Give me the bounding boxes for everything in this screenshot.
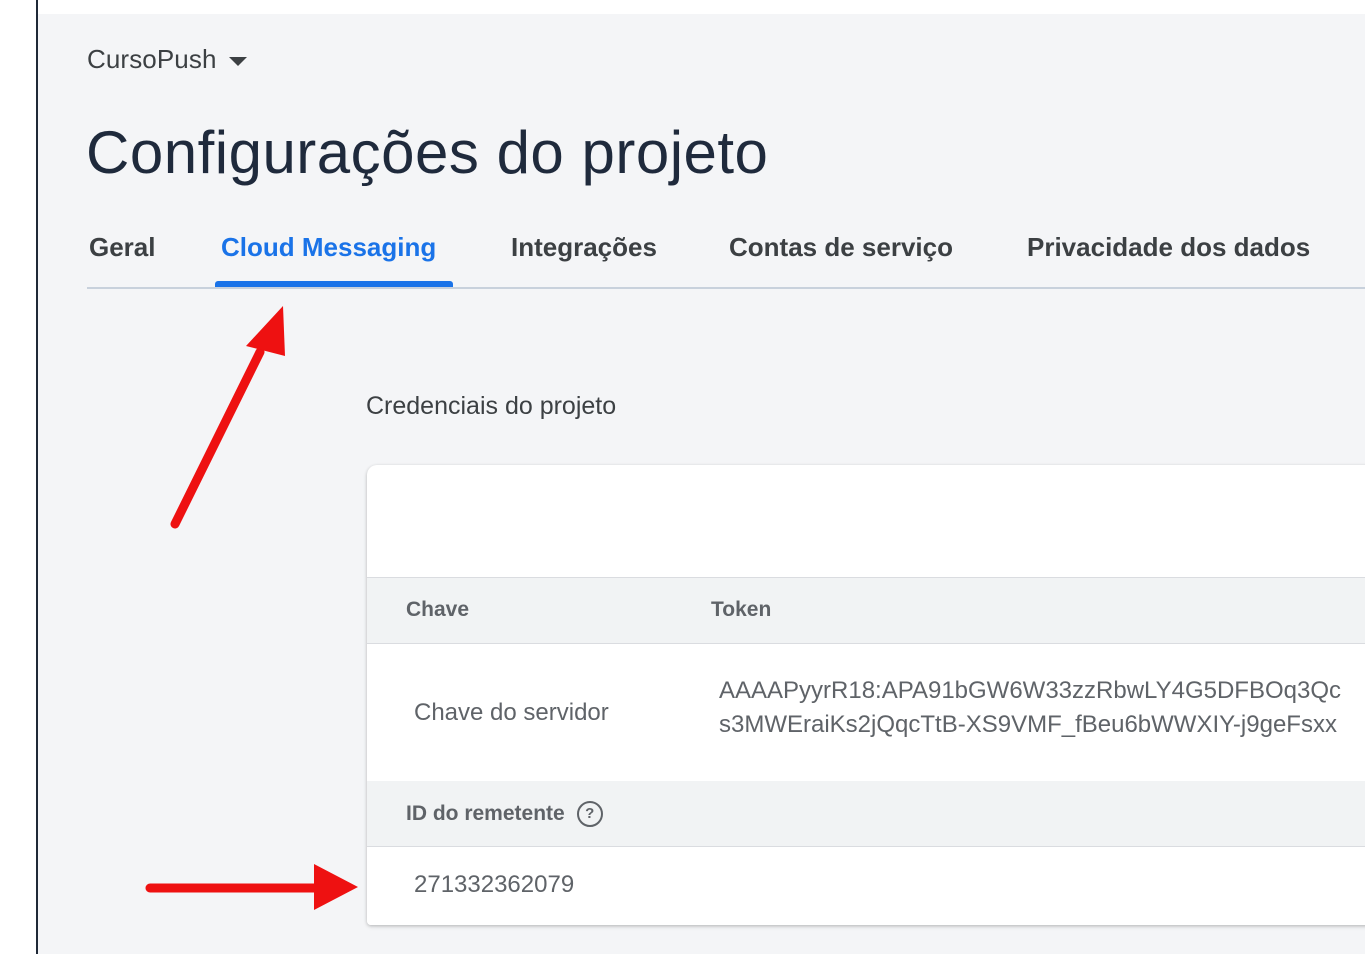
card-header — [367, 465, 1365, 578]
server-key-label: Chave do servidor — [414, 699, 609, 726]
column-header-token: Token — [711, 598, 772, 621]
active-tab-indicator — [215, 281, 453, 287]
tab-geral[interactable]: Geral — [89, 232, 156, 263]
column-header-key: Chave — [406, 598, 470, 621]
settings-tabs: Geral Cloud Messaging Integrações Contas… — [87, 226, 1365, 289]
tab-integracoes[interactable]: Integrações — [511, 232, 657, 263]
caret-down-icon[interactable] — [228, 56, 247, 66]
table-header: Chave Token — [367, 578, 1365, 644]
arrow-to-sender-id — [145, 864, 358, 910]
table-row: Chave do servidor AAAAPyyrR18:APA91bGW6W… — [367, 644, 1365, 781]
page-title: Configurações do projeto — [86, 119, 769, 186]
project-settings-page: CursoPush Configurações do projeto Geral… — [38, 14, 1365, 954]
sender-id-label-group: ID do remetente ? — [406, 801, 603, 827]
sender-id-row: 271332362079 — [367, 847, 1365, 925]
project-switcher[interactable]: CursoPush — [87, 44, 247, 75]
help-circle-icon[interactable]: ? — [576, 801, 603, 827]
project-name: CursoPush — [87, 44, 217, 74]
arrow-shaft — [170, 347, 265, 529]
tab-cloud-messaging[interactable]: Cloud Messaging — [221, 232, 436, 263]
credentials-card: Chave Token Chave do servidor AAAAPyyrR1… — [367, 465, 1365, 925]
arrow-head — [246, 306, 285, 356]
section-title: Credenciais do projeto — [366, 392, 617, 420]
tab-contas-de-servico[interactable]: Contas de serviço — [729, 232, 953, 263]
arrow-head — [314, 864, 358, 910]
sender-id-label: ID do remetente — [406, 802, 565, 825]
sender-id-header: ID do remetente ? — [367, 781, 1365, 847]
sender-id-value[interactable]: 271332362079 — [414, 871, 574, 899]
server-key-token-line1: AAAAPyyrR18:APA91bGW6W33zzRbwLY4G5DFBOq3… — [719, 677, 1342, 704]
tab-privacidade-dos-dados[interactable]: Privacidade dos dados — [1027, 232, 1310, 263]
arrow-to-cloud-messaging-tab — [170, 306, 285, 529]
server-key-token-line2: s3MWEraiKs2jQqcTtB-XS9VMF_fBeu6bWWXIY-j9… — [719, 711, 1337, 738]
server-key-token[interactable]: AAAAPyyrR18:APA91bGW6W33zzRbwLY4G5DFBOq3… — [719, 674, 1341, 742]
